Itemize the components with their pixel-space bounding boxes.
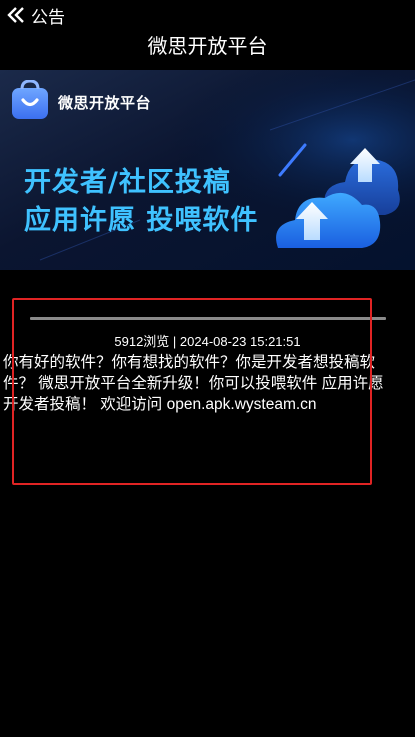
- top-bar: 公告: [0, 0, 415, 30]
- double-chevron-left-icon: [6, 6, 26, 24]
- page-title: 微思开放平台: [147, 34, 268, 58]
- brand-name: 微思开放平台: [58, 93, 152, 112]
- back-button[interactable]: 公告: [0, 0, 65, 30]
- cloud-upload-icon: [276, 143, 400, 248]
- slogan-line-1: 开发者/社区投稿: [24, 167, 231, 198]
- shopping-bag-icon: [10, 79, 50, 124]
- announcement-banner: 微思开放平台 开发者/社区投稿 应用许愿 投喂软件: [0, 70, 415, 270]
- announcement-page: 公告 微思开放平台 微思开放平台 开发者/社区投稿 应用许愿 投喂软件 5912…: [0, 0, 415, 737]
- highlight-box: [12, 298, 372, 485]
- slogan-line-2: 应用许愿 投喂软件: [24, 205, 259, 236]
- back-label: 公告: [31, 7, 65, 28]
- brand: 微思开放平台: [10, 79, 152, 124]
